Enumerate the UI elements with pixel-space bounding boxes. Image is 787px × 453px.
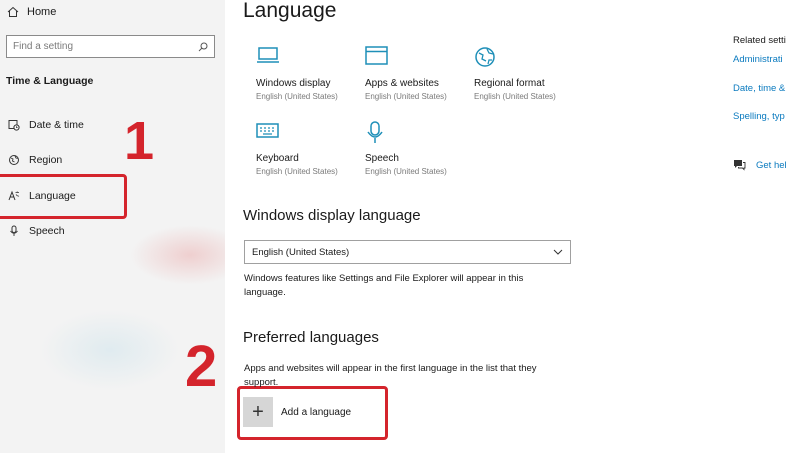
description-line: support.	[244, 377, 279, 388]
description-line: language.	[244, 287, 286, 298]
related-settings: Related setti Administrati Date, time & …	[733, 0, 787, 453]
display-language-heading: Windows display language	[243, 207, 421, 224]
tile-name: Speech	[365, 153, 399, 164]
tile-regional-format[interactable]: Regional format English (United States)	[474, 46, 579, 110]
related-settings-title: Related setti	[733, 35, 786, 46]
tile-subtitle: English (United States)	[365, 92, 447, 101]
display-language-description: Windows features like Settings and File …	[244, 272, 523, 300]
related-link-spelling[interactable]: Spelling, typ	[733, 111, 785, 122]
tile-name: Windows display	[256, 78, 331, 89]
description-line: Windows features like Settings and File …	[244, 273, 524, 284]
get-help-label: Get hel	[756, 159, 787, 171]
sidebar-item-region[interactable]: Region	[7, 151, 62, 169]
add-language-button[interactable]: + Add a language	[243, 397, 351, 427]
background-blur	[130, 225, 225, 285]
home-icon	[7, 6, 19, 17]
background-blur	[40, 310, 180, 390]
keyboard-icon	[256, 121, 361, 147]
tile-subtitle: English (United States)	[256, 167, 338, 176]
search-icon[interactable]	[198, 42, 208, 52]
sidebar-item-speech[interactable]: Speech	[7, 222, 65, 240]
tile-subtitle: English (United States)	[256, 92, 338, 101]
sidebar-item-label: Date & time	[29, 119, 84, 131]
page-title: Language	[243, 0, 337, 22]
main-content: Language Windows display English (United…	[225, 0, 725, 453]
tile-subtitle: English (United States)	[365, 167, 447, 176]
search-placeholder: Find a setting	[13, 41, 74, 52]
add-language-label: Add a language	[281, 406, 352, 418]
calendar-clock-icon	[7, 118, 21, 132]
globe-icon	[7, 153, 21, 167]
section-title: Time & Language	[6, 75, 94, 87]
step-number-1: 1	[124, 111, 155, 171]
display-language-select[interactable]: English (United States)	[244, 240, 571, 264]
chevron-down-icon	[553, 249, 563, 255]
tile-speech[interactable]: Speech English (United States)	[365, 121, 470, 185]
step-number-2: 2	[185, 334, 218, 399]
monitor-icon	[256, 46, 361, 72]
sidebar-item-label: Speech	[29, 225, 65, 237]
highlight-box-language	[0, 174, 127, 219]
tile-name: Regional format	[474, 78, 545, 89]
related-link-administrative[interactable]: Administrati	[733, 54, 783, 65]
home-link[interactable]: Home	[7, 4, 56, 20]
microphone-icon	[365, 121, 470, 147]
sidebar-item-date-time[interactable]: Date & time	[7, 116, 84, 134]
display-language-value: English (United States)	[252, 246, 350, 258]
globe-icon	[474, 46, 579, 72]
related-link-date-time[interactable]: Date, time &	[733, 83, 785, 94]
tile-subtitle: English (United States)	[474, 92, 556, 101]
get-help-link[interactable]: Get hel	[733, 159, 787, 171]
sidebar-item-label: Region	[29, 154, 63, 166]
search-input[interactable]: Find a setting	[6, 35, 215, 58]
tile-name: Keyboard	[256, 153, 299, 164]
browser-window-icon	[365, 46, 470, 72]
tile-apps-websites[interactable]: Apps & websites English (United States)	[365, 46, 470, 110]
tile-name: Apps & websites	[365, 78, 439, 89]
home-label: Home	[27, 6, 57, 18]
preferred-languages-heading: Preferred languages	[243, 329, 379, 346]
description-line: Apps and websites will appear in the fir…	[244, 363, 537, 374]
help-chat-icon	[734, 160, 746, 171]
microphone-icon	[7, 224, 21, 238]
plus-icon: +	[243, 397, 273, 427]
preferred-languages-description: Apps and websites will appear in the fir…	[244, 362, 537, 390]
tile-windows-display[interactable]: Windows display English (United States)	[256, 46, 361, 110]
tile-keyboard[interactable]: Keyboard English (United States)	[256, 121, 361, 185]
